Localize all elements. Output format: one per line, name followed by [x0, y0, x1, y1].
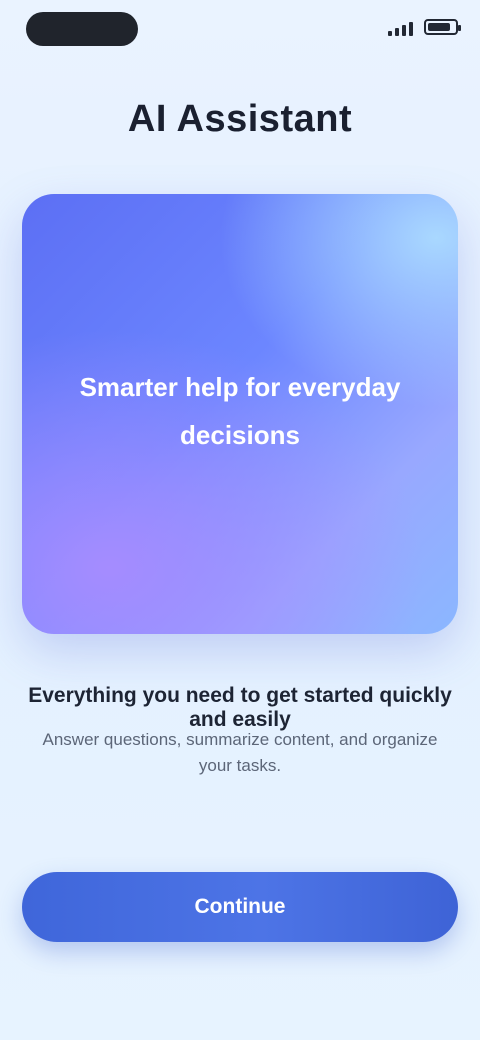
- description-line-1: Answer questions, summarize content, and…: [42, 730, 438, 749]
- hero-card: Smarter help for everyday decisions: [22, 194, 458, 634]
- continue-button[interactable]: Continue: [22, 872, 458, 942]
- status-bar: [0, 0, 480, 64]
- page-title: AI Assistant: [127, 98, 353, 140]
- status-time-pill: [26, 12, 138, 46]
- status-icons: [388, 18, 461, 36]
- hero-text-line-2: decisions: [180, 420, 300, 450]
- description-line-2: your tasks.: [198, 756, 282, 775]
- signal-icon: [388, 18, 414, 36]
- description-headline: Everything you need to get started quick…: [28, 684, 452, 731]
- hero-text-line-1: Smarter help for everyday: [79, 372, 401, 402]
- battery-icon: [424, 19, 461, 35]
